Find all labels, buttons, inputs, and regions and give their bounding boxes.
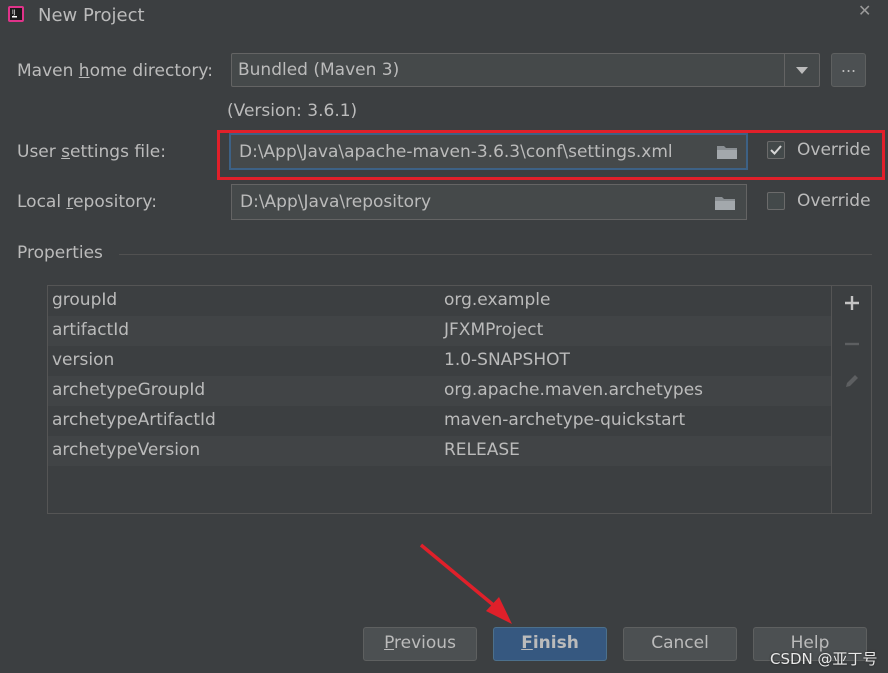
folder-icon[interactable] [714,195,736,210]
annotation-highlight-box [217,130,885,180]
local-repository-input[interactable]: D:\App\Java\repository [231,184,747,220]
properties-separator [119,254,872,255]
table-row[interactable]: groupId org.example [48,286,831,316]
previous-button[interactable]: Previous [363,627,477,661]
window-title: New Project [38,5,145,26]
property-value: 1.0-SNAPSHOT [444,350,570,370]
property-value: JFXMProject [444,320,544,340]
property-key: archetypeGroupId [52,380,206,400]
properties-toolbar [831,286,872,513]
add-icon[interactable] [843,294,861,316]
svg-text:IJ: IJ [12,9,16,16]
property-key: archetypeArtifactId [52,410,216,430]
property-value: maven-archetype-quickstart [444,410,686,430]
property-value: RELEASE [444,440,520,460]
table-row[interactable]: archetypeVersion RELEASE [48,436,831,466]
property-key: version [52,350,115,370]
table-row[interactable]: version 1.0-SNAPSHOT [48,346,831,376]
property-key: archetypeVersion [52,440,201,460]
maven-home-label: Maven home directory: [17,61,213,81]
properties-table: groupId org.example artifactId JFXMProject… [47,285,872,514]
user-settings-label: User settings file: [17,142,166,162]
maven-home-browse-button[interactable]: ... [831,53,866,87]
close-icon[interactable]: ✕ [858,1,871,20]
property-key: groupId [52,290,118,310]
remove-icon[interactable] [843,335,861,357]
local-repository-label: Local repository: [17,192,157,212]
cancel-button[interactable]: Cancel [623,627,737,661]
property-key: artifactId [52,320,130,340]
maven-home-select[interactable]: Bundled (Maven 3) [231,53,820,87]
local-repository-value: D:\App\Java\repository [240,192,432,212]
local-repository-override-checkbox[interactable] [767,192,785,210]
intellij-app-icon: IJ [8,6,24,22]
table-row[interactable]: artifactId JFXMProject [48,316,831,346]
maven-version-text: (Version: 3.6.1) [227,101,358,121]
property-value: org.example [444,290,551,310]
chevron-down-icon[interactable] [784,54,819,86]
table-row[interactable]: archetypeGroupId org.apache.maven.archety… [48,376,831,406]
finish-button[interactable]: Finish [493,627,607,661]
properties-heading: Properties [17,243,103,263]
maven-home-value: Bundled (Maven 3) [238,60,400,80]
property-value: org.apache.maven.archetypes [444,380,704,400]
table-row[interactable]: archetypeArtifactId maven-archetype-quick… [48,406,831,436]
edit-icon[interactable] [843,372,861,394]
local-repository-override-label: Override [797,191,871,211]
watermark-text: CSDN @亚丁号 [770,650,878,668]
